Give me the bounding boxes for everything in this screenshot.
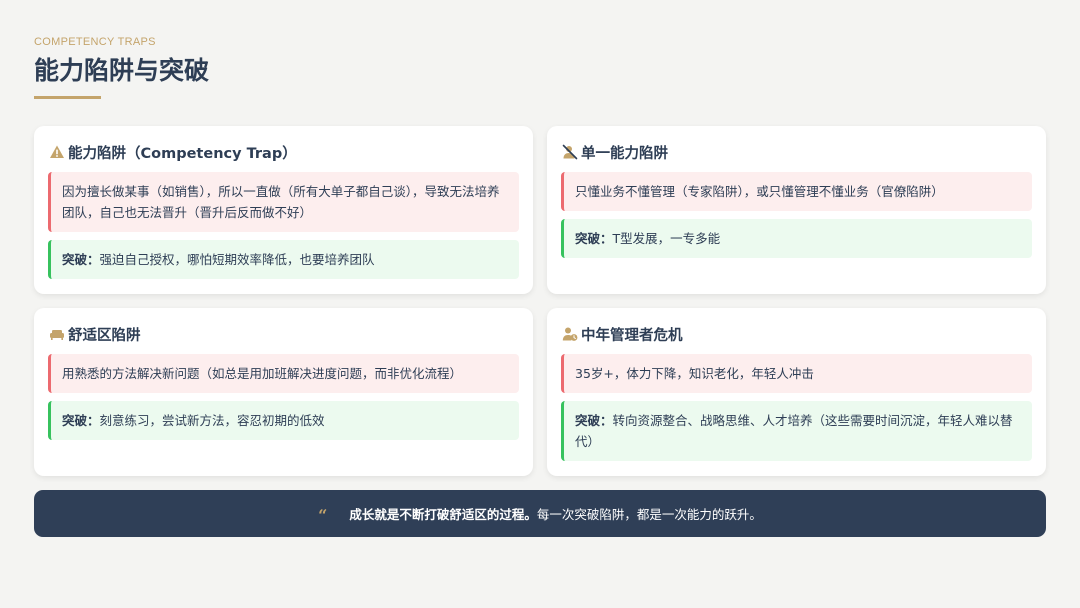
banner-bold-text: 成长就是不断打破舒适区的过程。 (349, 507, 537, 522)
card-header: 单一能力陷阱 (561, 142, 1032, 162)
problem-text: 只懂业务不懂管理（专家陷阱），或只懂管理不懂业务（官僚陷阱） (575, 184, 944, 199)
solution-label: 突破： (575, 231, 613, 246)
solution-label: 突破： (62, 252, 100, 267)
warning-icon (48, 143, 66, 161)
banner-text: 每一次突破陷阱，都是一次能力的跃升。 (536, 507, 762, 522)
user-slash-icon (561, 143, 579, 161)
card-title: 单一能力陷阱 (581, 145, 668, 162)
solution-box: 突破：刻意练习，尝试新方法，容忍初期的低效 (48, 401, 519, 440)
page-title: 能力陷阱与突破 (34, 56, 210, 85)
title-underline (34, 96, 101, 99)
card-single-skill-trap: 单一能力陷阱 只懂业务不懂管理（专家陷阱），或只懂管理不懂业务（官僚陷阱） 突破… (547, 126, 1046, 294)
solution-text: T型发展，一专多能 (612, 231, 721, 246)
problem-text: 用熟悉的方法解决新问题（如总是用加班解决进度问题，而非优化流程） (62, 366, 463, 381)
page-header: COMPETENCY TRAPS 能力陷阱与突破 (34, 36, 209, 99)
couch-icon (48, 325, 66, 343)
card-comfort-zone-trap: 舒适区陷阱 用熟悉的方法解决新问题（如总是用加班解决进度问题，而非优化流程） 突… (34, 308, 533, 476)
solution-label: 突破： (575, 413, 613, 428)
problem-box: 35岁+，体力下降，知识老化，年轻人冲击 (561, 354, 1032, 393)
solution-text: 强迫自己授权，哪怕短期效率降低，也要培养团队 (99, 252, 375, 267)
solution-box: 突破：转向资源整合、战略思维、人才培养（这些需要时间沉淀，年轻人难以替代） (561, 401, 1032, 461)
card-midlife-crisis: 中年管理者危机 35岁+，体力下降，知识老化，年轻人冲击 突破：转向资源整合、战… (547, 308, 1046, 476)
solution-label: 突破： (62, 413, 100, 428)
solution-text: 转向资源整合、战略思维、人才培养（这些需要时间沉淀，年轻人难以替代） (575, 413, 1013, 449)
problem-box: 只懂业务不懂管理（专家陷阱），或只懂管理不懂业务（官僚陷阱） (561, 172, 1032, 211)
solution-box: 突破：强迫自己授权，哪怕短期效率降低，也要培养团队 (48, 240, 519, 279)
problem-text: 因为擅长做某事（如销售），所以一直做（所有大单子都自己谈），导致无法培养团队，自… (62, 184, 500, 220)
user-clock-icon (561, 325, 579, 343)
card-title: 能力陷阱（Competency Trap） (68, 145, 297, 162)
quote-mark-icon: “ (318, 506, 328, 525)
problem-box: 用熟悉的方法解决新问题（如总是用加班解决进度问题，而非优化流程） (48, 354, 519, 393)
problem-text: 35岁+，体力下降，知识老化，年轻人冲击 (575, 366, 814, 381)
card-header: 舒适区陷阱 (48, 324, 519, 344)
problem-box: 因为擅长做某事（如销售），所以一直做（所有大单子都自己谈），导致无法培养团队，自… (48, 172, 519, 232)
card-title: 中年管理者危机 (581, 327, 683, 344)
page-eyebrow: COMPETENCY TRAPS (34, 36, 156, 48)
solution-box: 突破：T型发展，一专多能 (561, 219, 1032, 258)
solution-text: 刻意练习，尝试新方法，容忍初期的低效 (99, 413, 325, 428)
quote-banner: “ 成长就是不断打破舒适区的过程。 每一次突破陷阱，都是一次能力的跃升。 (34, 490, 1046, 537)
card-title: 舒适区陷阱 (68, 327, 141, 344)
card-header: 中年管理者危机 (561, 324, 1032, 344)
card-competency-trap: 能力陷阱（Competency Trap） 因为擅长做某事（如销售），所以一直做… (34, 126, 533, 294)
card-header: 能力陷阱（Competency Trap） (48, 142, 519, 162)
